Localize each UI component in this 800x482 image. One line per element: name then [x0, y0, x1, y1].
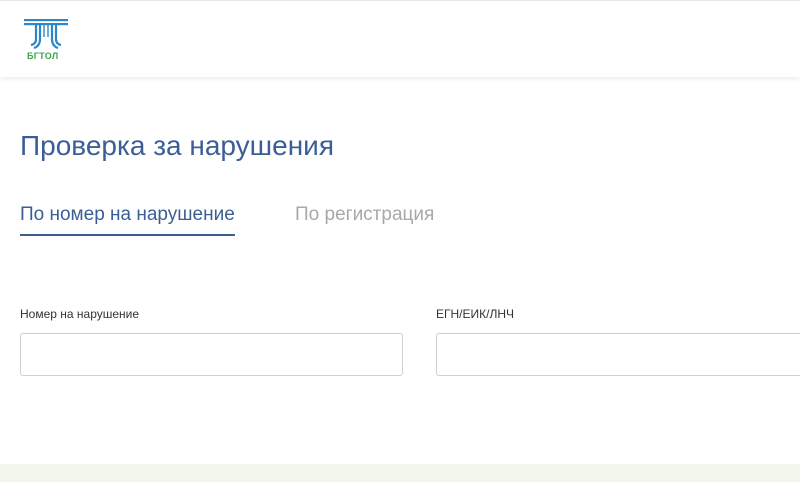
violation-number-input[interactable]: [20, 333, 403, 376]
violation-number-label: Номер на нарушение: [20, 307, 140, 321]
bgtol-road-logo-icon: [24, 19, 68, 49]
logo-text: БГТОЛ: [27, 51, 59, 61]
egn-eik-lnch-input[interactable]: [436, 333, 800, 376]
footer-band: [0, 464, 800, 482]
egn-eik-lnch-label: ЕГН/ЕИК/ЛНЧ: [436, 307, 514, 321]
tab-by-violation-number[interactable]: По номер на нарушение: [20, 204, 235, 236]
bgtol-logo[interactable]: БГТОЛ: [22, 17, 70, 63]
page-title: Проверка за нарушения: [20, 130, 334, 161]
tab-by-registration[interactable]: По регистрация: [295, 204, 434, 226]
top-header: БГТОЛ: [0, 0, 800, 77]
